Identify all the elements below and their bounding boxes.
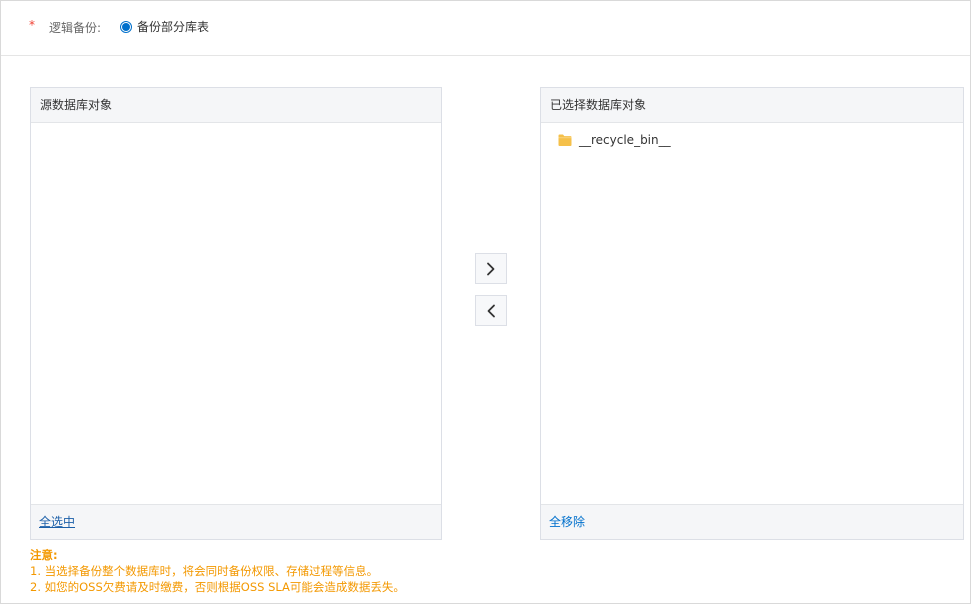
notes-section: 注意: 1. 当选择备份整个数据库时，将会同时备份权限、存储过程等信息。 2. … — [30, 547, 405, 595]
remove-all-link[interactable]: 全移除 — [549, 515, 585, 529]
radio-selected-icon[interactable] — [120, 20, 132, 33]
select-all-link[interactable]: 全选中 — [39, 515, 75, 529]
notes-title: 注意: — [30, 548, 58, 562]
move-right-button[interactable] — [475, 253, 507, 284]
backup-settings-panel: * 逻辑备份: 备份部分库表 源数据库对象 全选中 已选择数据库对象 __rec… — [0, 0, 971, 604]
move-left-button[interactable] — [475, 295, 507, 326]
source-objects-panel: 源数据库对象 全选中 — [30, 87, 442, 540]
source-objects-list[interactable] — [31, 123, 441, 504]
tree-item-label[interactable]: __recycle_bin__ — [579, 133, 671, 147]
note-line-2: 2. 如您的OSS欠费请及时缴费，否则根据OSS SLA可能会造成数据丢失。 — [30, 580, 405, 594]
tree-item-recycle-bin[interactable]: __recycle_bin__ — [558, 133, 671, 147]
chevron-left-icon — [487, 304, 495, 317]
selected-objects-list[interactable]: __recycle_bin__ — [541, 123, 963, 504]
selected-panel-title: 已选择数据库对象 — [541, 88, 963, 123]
source-panel-title: 源数据库对象 — [31, 88, 441, 123]
selected-objects-panel: 已选择数据库对象 __recycle_bin__ 全移除 — [540, 87, 964, 540]
radio-dot — [122, 22, 130, 31]
backup-partial-radio-label[interactable]: 备份部分库表 — [137, 18, 209, 35]
folder-icon — [558, 134, 572, 146]
chevron-right-icon — [487, 262, 495, 275]
source-panel-footer: 全选中 — [31, 504, 441, 539]
backup-mode-row: * 逻辑备份: 备份部分库表 — [1, 1, 970, 56]
note-line-1: 1. 当选择备份整个数据库时，将会同时备份权限、存储过程等信息。 — [30, 564, 379, 578]
backup-partial-radio[interactable]: 备份部分库表 — [120, 18, 209, 35]
selected-panel-footer: 全移除 — [541, 504, 963, 539]
logical-backup-label: 逻辑备份: — [49, 21, 102, 35]
required-mark: * — [29, 18, 35, 32]
